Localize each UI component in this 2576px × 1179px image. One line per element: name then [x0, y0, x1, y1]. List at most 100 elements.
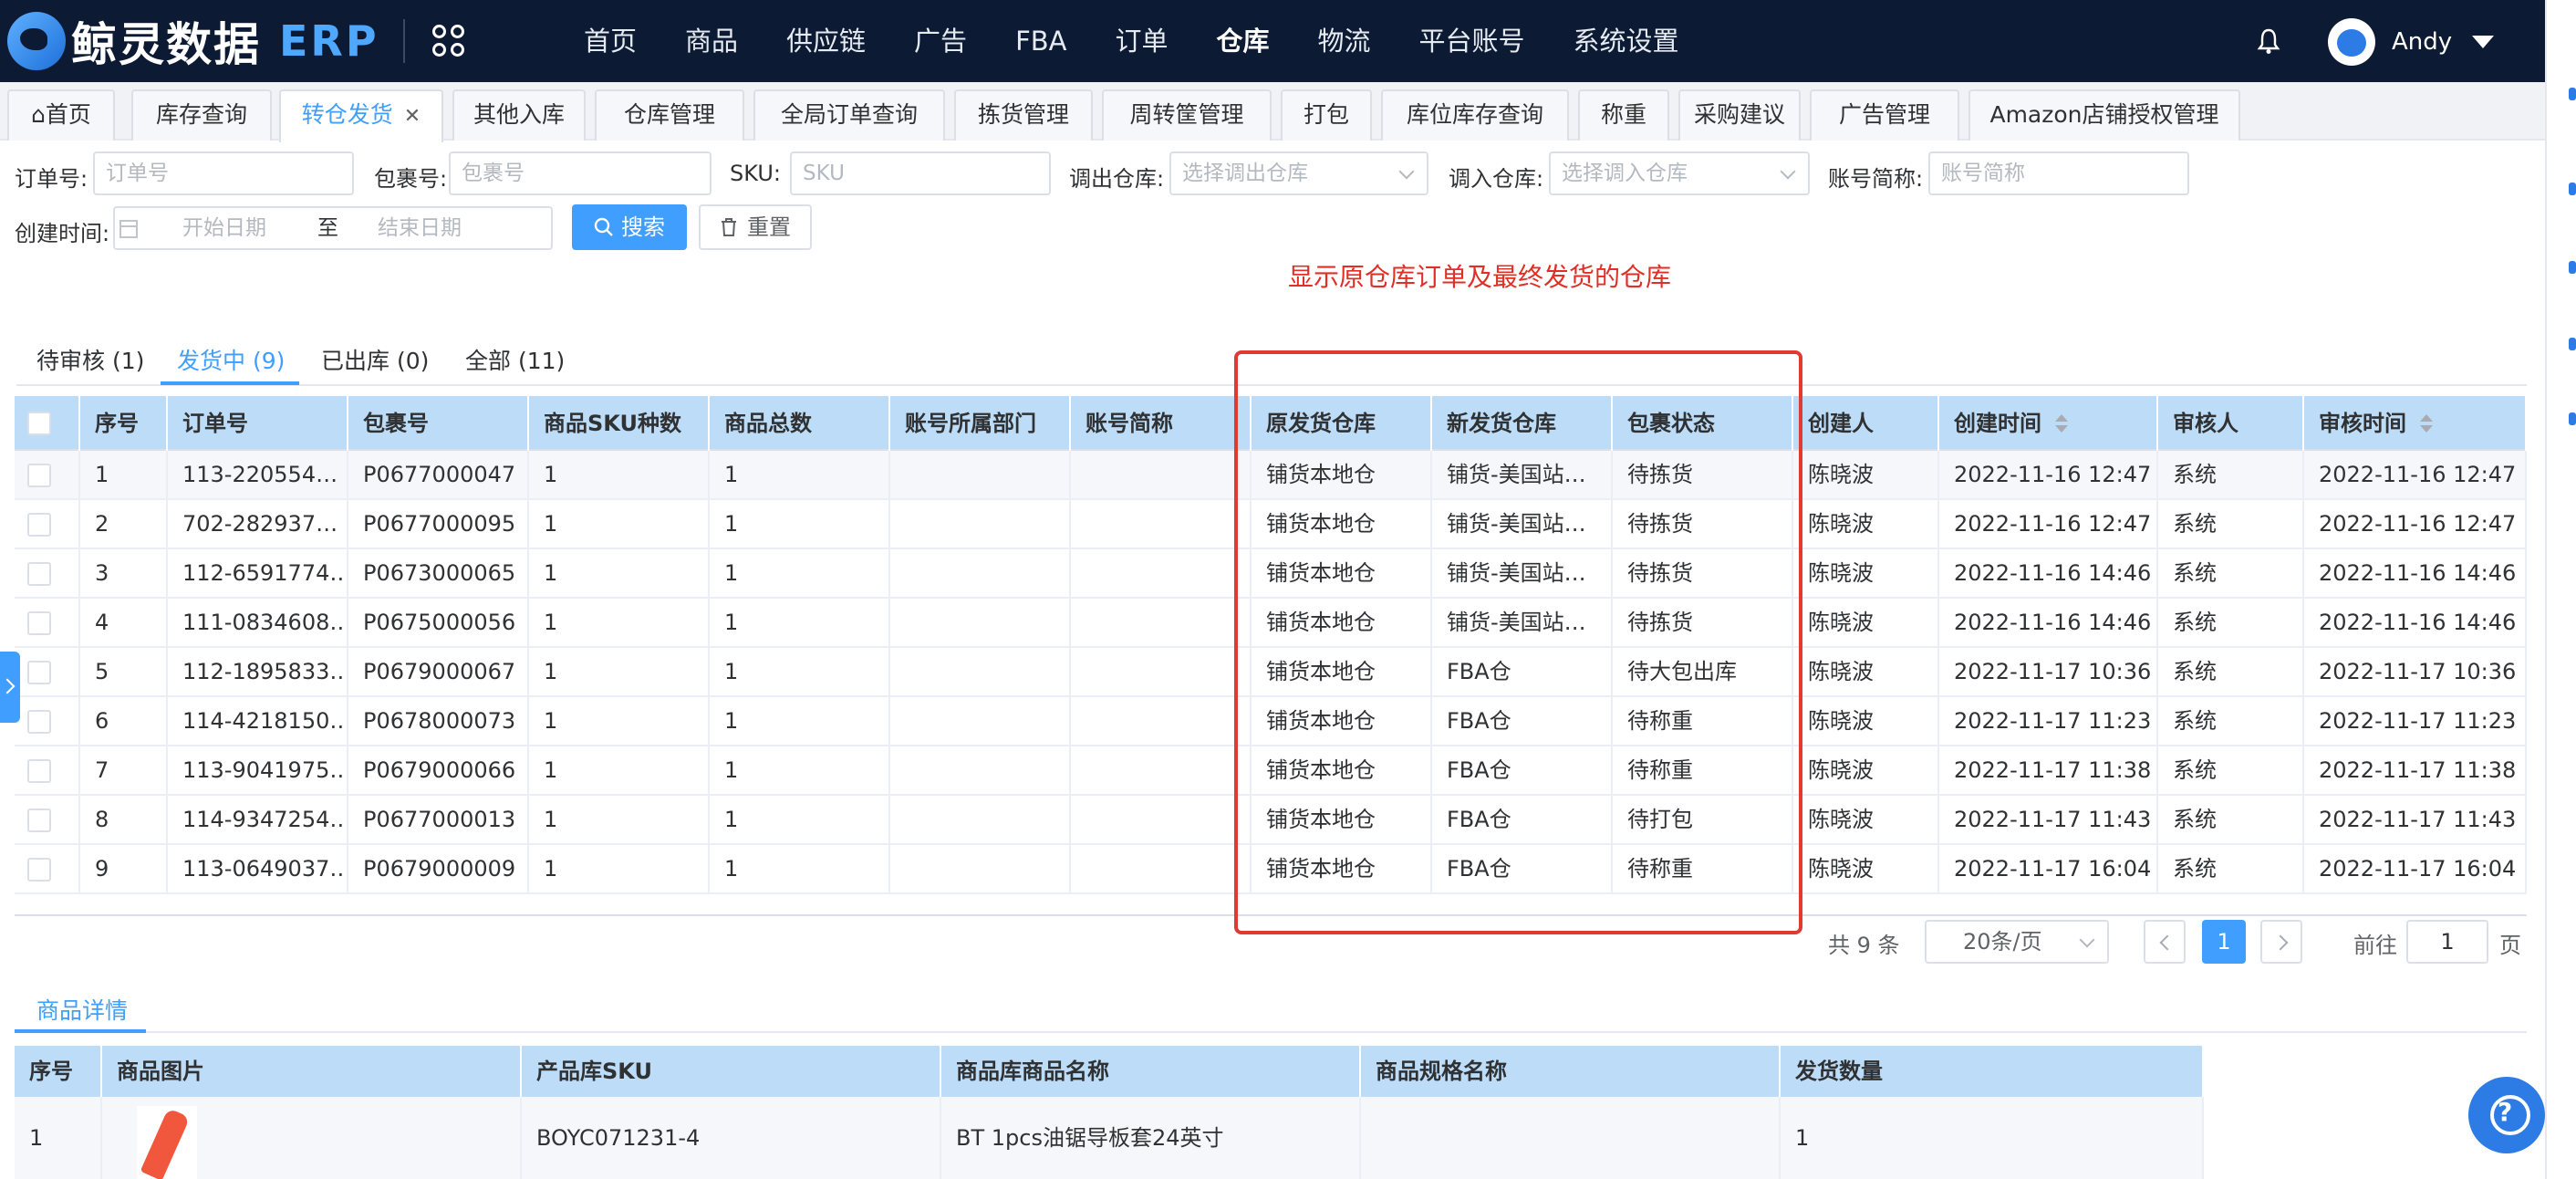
cell-select [15, 549, 80, 599]
cell-package-no: P0677000013 [348, 796, 529, 845]
cell-sku-kinds: 1 [529, 500, 710, 549]
out-warehouse-select[interactable]: 选择调出仓库 [1169, 151, 1428, 195]
tab-purchase-suggestion[interactable]: 采购建议 [1678, 89, 1801, 141]
cell-index: 3 [80, 549, 168, 599]
tab-home[interactable]: ⌂首页 [7, 89, 115, 141]
cell-reviewer: 系统 [2158, 697, 2304, 746]
tab-weighing[interactable]: 称重 [1578, 89, 1669, 141]
nav-orders[interactable]: 订单 [1115, 0, 1168, 82]
header-review-time[interactable]: 审核时间 [2304, 396, 2527, 451]
nav-fba[interactable]: FBA [1015, 0, 1066, 82]
cell-order-no: 114-4218150… [168, 697, 348, 746]
prev-page-button[interactable] [2144, 920, 2186, 964]
order-no-input[interactable]: 订单号 [93, 151, 354, 195]
next-page-button[interactable] [2260, 920, 2302, 964]
cell-review-time: 2022-11-16 12:47 [2304, 500, 2527, 549]
tab-pending-review[interactable]: 待审核 (1) [36, 343, 144, 376]
tab-all[interactable]: 全部 (11) [465, 343, 565, 376]
page-tabs: ⌂首页 库存查询 转仓发货 ✕ 其他入库 仓库管理 全局订单查询 拣货管理 周转筐… [0, 82, 2545, 142]
caret-down-icon [2472, 36, 2495, 48]
cell-index: 4 [80, 599, 168, 648]
cell-index: 1 [80, 451, 168, 500]
start-date[interactable]: 开始日期 [182, 208, 266, 248]
end-date[interactable]: 结束日期 [378, 208, 462, 248]
nav-home[interactable]: 首页 [584, 0, 637, 82]
tab-product-detail[interactable]: 商品详情 [36, 993, 128, 1026]
sku-input[interactable]: SKU [790, 151, 1051, 195]
header-label: 审核时间 [2319, 411, 2406, 436]
header-created-time[interactable]: 创建时间 [1939, 396, 2158, 451]
page-size-select[interactable]: 20条/页 [1925, 920, 2109, 964]
cell-creator: 陈晓波 [1793, 746, 1939, 796]
nav-platform-accounts[interactable]: 平台账号 [1419, 0, 1525, 82]
package-no-input[interactable]: 包裹号 [449, 151, 712, 195]
page-unit-label: 页 [2499, 933, 2521, 958]
cell-select [15, 451, 80, 500]
row-checkbox[interactable] [27, 858, 51, 882]
cell-created-time: 2022-11-16 14:46 [1939, 599, 2158, 648]
apps-grid-icon[interactable] [431, 23, 467, 59]
nav-products[interactable]: 商品 [685, 0, 738, 82]
tab-tote-mgmt[interactable]: 周转筐管理 [1102, 89, 1272, 141]
tab-shipping[interactable]: 发货中 (9) [177, 343, 285, 376]
cell-creator: 陈晓波 [1793, 451, 1939, 500]
account-input[interactable]: 账号简称 [1928, 151, 2189, 195]
cell-sku-kinds: 1 [529, 648, 710, 697]
user-menu[interactable]: Andy [2328, 18, 2495, 66]
search-button[interactable]: 搜索 [572, 204, 687, 250]
tab-shipped-out[interactable]: 已出库 (0) [321, 343, 429, 376]
tab-warehouse-mgmt[interactable]: 仓库管理 [595, 89, 744, 141]
tab-inventory-query[interactable]: 库存查询 [131, 89, 272, 141]
nav-ads[interactable]: 广告 [914, 0, 967, 82]
current-page[interactable]: 1 [2202, 920, 2246, 964]
cell-package-no: P0678000073 [348, 697, 529, 746]
nav-system-settings[interactable]: 系统设置 [1574, 0, 1679, 82]
tab-global-order-query[interactable]: 全局订单查询 [753, 89, 945, 141]
cell-order-no: 113-220554… [168, 451, 348, 500]
tab-other-inbound[interactable]: 其他入库 [452, 89, 586, 141]
tab-amazon-auth[interactable]: Amazon店铺授权管理 [1968, 89, 2240, 141]
nav-supply-chain[interactable]: 供应链 [786, 0, 866, 82]
row-checkbox[interactable] [27, 464, 51, 487]
tab-ad-mgmt[interactable]: 广告管理 [1810, 89, 1959, 141]
tab-picking-mgmt[interactable]: 拣货管理 [954, 89, 1093, 141]
logo[interactable]: 鲸灵数据 ERP [7, 8, 379, 74]
row-checkbox[interactable] [27, 661, 51, 684]
close-icon[interactable]: ✕ [404, 105, 421, 128]
tab-packing[interactable]: 打包 [1281, 89, 1372, 141]
help-button[interactable] [2468, 1077, 2545, 1153]
in-warehouse-select[interactable]: 选择调入仓库 [1549, 151, 1810, 195]
annotation-note: 显示原仓库订单及最终发货的仓库 [1288, 262, 1672, 292]
row-checkbox[interactable] [27, 513, 51, 537]
detail-header-ship-qty: 发货数量 [1781, 1046, 2204, 1097]
reset-button[interactable]: 重置 [699, 204, 812, 250]
tab-location-inventory[interactable]: 库位库存查询 [1381, 89, 1569, 141]
cell-account-dept [890, 697, 1071, 746]
calendar-icon [119, 220, 138, 238]
nav-warehouse[interactable]: 仓库 [1217, 0, 1270, 82]
detail-cell-spec-name [1361, 1097, 1781, 1179]
detail-cell-ship-qty: 1 [1781, 1097, 2204, 1179]
row-checkbox[interactable] [27, 809, 51, 832]
goto-page-input[interactable]: 1 [2406, 920, 2488, 964]
detail-row[interactable]: 1 BOYC071231-4 BT 1pcs油锯导板套24英寸 1 [15, 1097, 2204, 1179]
tab-transfer-shipping[interactable]: 转仓发货 ✕ [279, 89, 443, 142]
cell-reviewer: 系统 [2158, 451, 2304, 500]
row-checkbox[interactable] [27, 759, 51, 783]
sort-icon[interactable] [2054, 413, 2068, 435]
select-placeholder: 选择调出仓库 [1182, 162, 1308, 185]
bell-icon[interactable] [2257, 27, 2280, 55]
sort-icon[interactable] [2419, 413, 2433, 435]
nav-logistics[interactable]: 物流 [1318, 0, 1371, 82]
row-checkbox[interactable] [27, 611, 51, 635]
product-image[interactable] [137, 1106, 197, 1179]
cell-select [15, 845, 80, 894]
row-checkbox[interactable] [27, 562, 51, 586]
detail-cell-product-name: BT 1pcs油锯导板套24英寸 [941, 1097, 1361, 1179]
sidebar-expand-handle[interactable] [0, 652, 20, 723]
detail-header-index: 序号 [15, 1046, 102, 1097]
cell-total-qty: 1 [710, 549, 890, 599]
row-checkbox[interactable] [27, 710, 51, 734]
select-all-checkbox[interactable] [27, 412, 51, 435]
date-range-picker[interactable]: 开始日期 至 结束日期 [113, 206, 553, 250]
